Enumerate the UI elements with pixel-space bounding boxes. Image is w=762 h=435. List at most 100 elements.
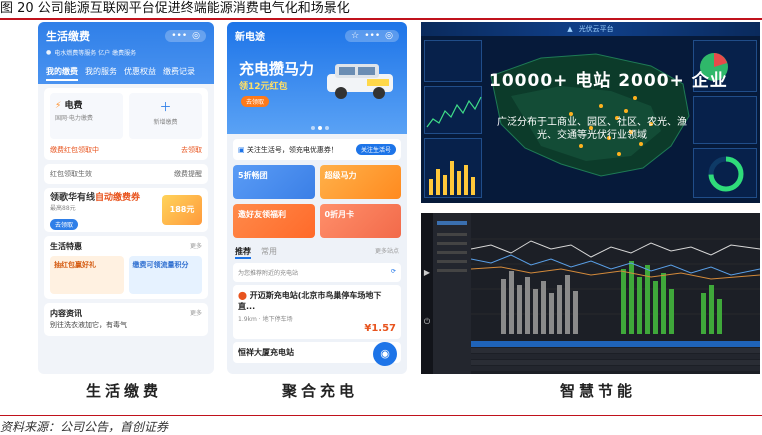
gift-box-icon: 188元 — [162, 195, 202, 225]
station-card[interactable]: ⬤ 开迈斯充电站(北京市鸟巢停车场地下直... 1.9km · 地下停车场 ¥1… — [233, 285, 401, 339]
close-circle-icon[interactable]: ◎ — [192, 31, 200, 41]
line-sparkline — [426, 96, 482, 128]
dashboard-header: ▲ 光伏云平台 — [421, 22, 760, 36]
refresh-icon[interactable]: ⟳ — [391, 268, 396, 275]
star-icon[interactable]: ☆ — [351, 31, 359, 41]
banner-button[interactable]: 去领取 — [241, 96, 270, 107]
right-panel-mid — [693, 96, 757, 144]
alipay-icon: ▣ — [238, 145, 245, 154]
news-section: 内容资讯 更多 别往洗衣液加它，有毒气 — [44, 303, 208, 336]
account-note: 电水燃费等服务 亿户 缴费服务 — [54, 50, 137, 57]
follow-button[interactable]: 关注生活号 — [355, 144, 396, 155]
tab-my-services[interactable]: 我的服务 — [85, 66, 117, 81]
bills-card: ⚡ 电费 国网·电力缴费 ＋ 新增缴费 缴费红包领取中 去领取 — [44, 88, 208, 160]
news-item[interactable]: 别往洗衣液加它，有毒气 — [50, 319, 202, 331]
tab-frequent[interactable]: 常用 — [261, 246, 277, 259]
power-icon[interactable]: ⏻ — [421, 317, 433, 327]
news-title: 内容资讯 — [50, 309, 82, 318]
station-name: 开迈斯充电站(北京市鸟巢停车场地下直... — [238, 291, 382, 311]
follow-text: 关注生活号，领充电优惠券！ — [246, 145, 338, 154]
bill-label-electric: 电费 — [64, 101, 83, 111]
phone2-title: 新电途 — [235, 32, 265, 43]
logo-icon: ▲ — [567, 25, 573, 33]
play-icon[interactable]: ▶ — [421, 268, 433, 277]
promo-text: 领歌华有线 — [50, 192, 96, 203]
dashboard-headline: 10000+ 电站 2000+ 企业 — [489, 71, 728, 91]
left-panel-bottom — [424, 138, 482, 198]
coupon-row: 红包领取生效 缴费提醒 — [44, 164, 208, 184]
source-note: 资料来源：公司公告，首创证券 — [0, 420, 169, 434]
bottom-rule — [0, 415, 762, 416]
bill-sub-electric: 国网·电力缴费 — [55, 115, 93, 122]
special-card-redpacket[interactable]: 抽红包赢好礼 — [50, 256, 124, 294]
phone1-tabs: 我的缴费 我的服务 优惠权益 缴费记录 — [46, 66, 206, 81]
special-more[interactable]: 更多 — [190, 241, 202, 252]
tab-records[interactable]: 缴费记录 — [163, 66, 195, 81]
station-tabs: 推荐 常用 更多站点 — [235, 246, 399, 259]
energy-dashboard: ▶ ⏻ — [421, 213, 760, 374]
follow-bar: ▣ 关注生活号，领充电优惠券！ 关注生活号 — [233, 139, 401, 160]
nearby-note-text: 为您推荐附近的充电站 — [238, 270, 299, 277]
caption-energy-saving: 智慧节能 — [560, 382, 637, 400]
phone1-title: 生活缴费 — [46, 30, 90, 43]
close-circle-icon-2[interactable]: ◎ — [385, 31, 393, 41]
dashboard-message: 广泛分布于工商业、园区、社区、农光、渔光、交通等光伏行业领域 — [497, 117, 687, 141]
caption-life-payment: 生活缴费 — [86, 382, 163, 400]
redpacket-link[interactable]: 去领取 — [181, 145, 202, 155]
left-panel-top — [424, 40, 482, 82]
lightning-icon: ⚡ — [55, 101, 62, 111]
more-icon[interactable]: ••• — [171, 31, 187, 41]
news-more[interactable]: 更多 — [190, 308, 202, 319]
dashboard-header-text: 光伏云平台 — [578, 25, 614, 33]
right-panel-bottom — [693, 148, 757, 198]
locate-fab-icon[interactable]: ◉ — [373, 342, 397, 366]
dashboard2-sidebar: ▶ ⏻ — [421, 213, 433, 374]
add-bill-button[interactable]: ＋ 新增缴费 — [129, 93, 202, 139]
dashboard2-menu — [433, 213, 471, 374]
ring-gauge — [708, 156, 744, 192]
tile-monthly-card[interactable]: 0折月卡 — [319, 204, 401, 238]
tab-recommended[interactable]: 推荐 — [235, 246, 251, 259]
phone-charging: 新电途 ☆ ••• ◎ 充电攒马力 领12元红包 去领取 ▣ 关注生活号，领充电优惠… — [227, 22, 407, 374]
location-pin-icon: ⬤ — [238, 291, 247, 300]
more-icon-2[interactable]: ••• — [364, 31, 380, 41]
banner-sub: 领12元红包 — [239, 82, 288, 92]
plus-icon: ＋ — [159, 100, 172, 114]
left-panel-mid — [424, 86, 482, 134]
promo-tiles: 5折畅团 超级马力 邀好友领福利 0折月卡 — [233, 165, 401, 238]
banner-slogan: 充电攒马力 — [239, 60, 315, 78]
station-meta: 1.9km · 地下停车场 — [238, 316, 293, 323]
caption-charging: 聚合充电 — [282, 382, 359, 400]
station-price: ¥1.57 — [364, 323, 396, 334]
top-rule — [0, 18, 762, 20]
pv-dashboard: ▲ 光伏云平台 10000+ 电站 2000+ 企业 广泛分布于工商业、园区、社区… — [421, 22, 760, 203]
tile-group-discount[interactable]: 5折畅团 — [233, 165, 315, 199]
figure-title: 图 20 公司能源互联网平台促进终端能源消费电气化和场景化 — [0, 1, 350, 16]
energy-chart — [471, 219, 760, 339]
car-illustration — [327, 64, 393, 99]
tile-invite-friends[interactable]: 邀好友领福利 — [233, 204, 315, 238]
miniapp-capsule-2[interactable]: ☆ ••• ◎ — [345, 29, 399, 42]
more-stations-link[interactable]: 更多站点 — [375, 246, 399, 259]
promo-banner[interactable]: 领歌华有线自动缴费券 最高88元 去领取 188元 — [44, 188, 208, 232]
bill-label-add: 新增缴费 — [153, 119, 178, 126]
miniapp-capsule[interactable]: ••• ◎ — [165, 30, 206, 42]
tile-super-power[interactable]: 超级马力 — [319, 165, 401, 199]
promo-highlight: 自动缴费券 — [95, 192, 141, 203]
tab-benefits[interactable]: 优惠权益 — [124, 66, 156, 81]
nearby-note: 为您推荐附近的充电站 ⟳ — [233, 263, 401, 282]
special-card-points[interactable]: 缴费可领流量积分 — [128, 256, 202, 294]
bar-sparkline — [429, 161, 475, 195]
special-title: 生活特惠 — [50, 242, 82, 251]
phone1-header: 生活缴费 ••• ◎ ● 电水燃费等服务 亿户 缴费服务 我的缴费 我的服务 优惠权… — [38, 22, 214, 84]
coupon-link[interactable]: 缴费提醒 — [174, 169, 202, 179]
promo-sub: 最高88元 — [50, 204, 76, 212]
coupon-note: 红包领取生效 — [50, 170, 92, 178]
phone2-header: 新电途 ☆ ••• ◎ 充电攒马力 领12元红包 去领取 — [227, 22, 407, 134]
electricity-bill[interactable]: ⚡ 电费 国网·电力缴费 — [50, 93, 123, 139]
tab-my-payments[interactable]: 我的缴费 — [46, 66, 78, 81]
special-section: 生活特惠 更多 抽红包赢好礼 缴费可领流量积分 — [44, 236, 208, 299]
info-icon: ● — [46, 49, 52, 56]
data-table — [471, 341, 760, 374]
promo-button[interactable]: 去领取 — [50, 218, 79, 230]
